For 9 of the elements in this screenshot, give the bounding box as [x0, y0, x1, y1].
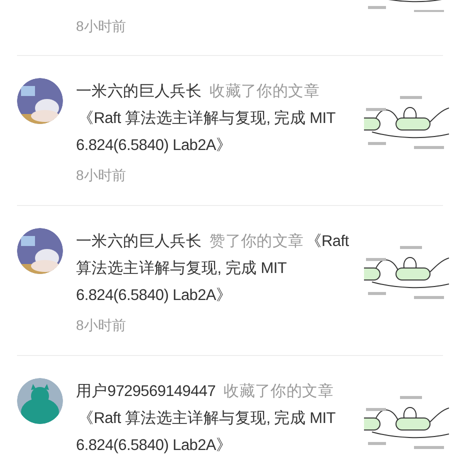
time-text: 8小时前: [76, 166, 127, 185]
time-text: 8小时前: [76, 316, 127, 335]
time-text: 8小时前: [76, 17, 127, 36]
avatar[interactable]: [17, 378, 63, 424]
notice-text[interactable]: 用户9729569149447 收藏了你的文章 《Raft 算法选主详解与复现, 完成 MIT 6.824(6.5840) Lab2A》: [76, 378, 355, 459]
notice-text[interactable]: 一米六的巨人兵长 赞了你的文章《Raft 算法选主详解与复现, 完成 MIT 6.824(6.5840) Lab2A》: [76, 228, 355, 309]
notice-text[interactable]: 一米六的巨人兵长 收藏了你的文章 《Raft 算法选主详解与复现, 完成 MIT 6.824(6.5840) Lab2A》: [76, 78, 355, 159]
avatar[interactable]: [17, 78, 63, 124]
avatar[interactable]: [17, 228, 63, 274]
